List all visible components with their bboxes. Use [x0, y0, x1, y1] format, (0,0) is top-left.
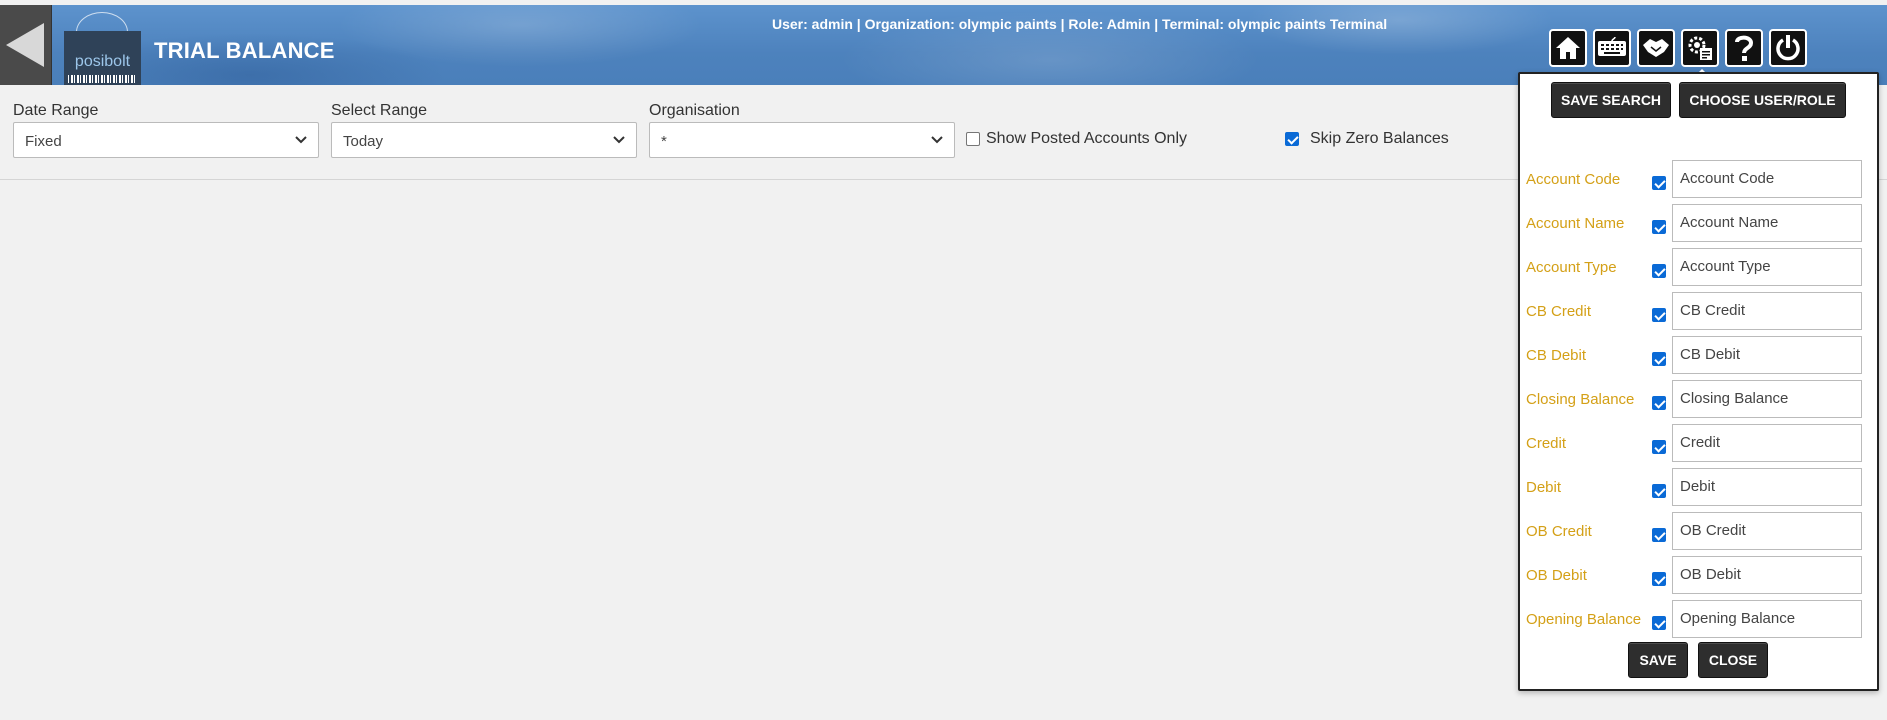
handshake-icon [1643, 39, 1669, 57]
help-icon [1735, 35, 1754, 61]
column-visible-checkbox[interactable] [1652, 176, 1666, 190]
skip-zero-label: Skip Zero Balances [1310, 130, 1449, 147]
column-title-input[interactable]: Credit [1672, 424, 1862, 462]
organisation-value: * [661, 133, 667, 150]
user-info: User: admin | Organization: olympic pain… [772, 16, 1388, 32]
logout-button[interactable] [1769, 29, 1807, 67]
column-row-ob-debit: OB Debit OB Debit [1526, 556, 1866, 596]
column-visible-checkbox[interactable] [1652, 264, 1666, 278]
date-range-select[interactable]: Fixed [13, 122, 319, 158]
column-visible-checkbox[interactable] [1652, 308, 1666, 322]
power-icon [1776, 35, 1800, 61]
choose-user-role-button[interactable]: CHOOSE USER/ROLE [1679, 82, 1846, 118]
home-button[interactable] [1549, 29, 1587, 67]
show-posted-checkbox[interactable] [966, 132, 980, 146]
chevron-down-icon [931, 136, 943, 144]
column-row-debit: Debit Debit [1526, 468, 1866, 508]
organisation-label: Organisation [649, 102, 740, 119]
popup-bottom-actions: SAVE CLOSE [1628, 642, 1768, 678]
column-label: Credit [1526, 435, 1567, 452]
home-icon [1556, 37, 1580, 59]
column-row-cb-debit: CB Debit CB Debit [1526, 336, 1866, 376]
logo-barcode [68, 75, 137, 83]
column-label: Account Name [1526, 215, 1625, 232]
column-row-cb-credit: CB Credit CB Credit [1526, 292, 1866, 332]
column-title-input[interactable]: Closing Balance [1672, 380, 1862, 418]
handshake-button[interactable] [1637, 29, 1675, 67]
column-title-input[interactable]: Account Code [1672, 160, 1862, 198]
page-title: TRIAL BALANCE [154, 38, 335, 63]
column-row-account-code: Account Code Account Code [1526, 160, 1866, 200]
column-title-input[interactable]: Account Name [1672, 204, 1862, 242]
column-visible-checkbox[interactable] [1652, 572, 1666, 586]
column-title-input[interactable]: OB Debit [1672, 556, 1862, 594]
settings-gear-icon [1688, 36, 1712, 60]
column-label: Account Code [1526, 171, 1621, 188]
column-visible-checkbox[interactable] [1652, 440, 1666, 454]
column-row-ob-credit: OB Credit OB Credit [1526, 512, 1866, 552]
column-label: Closing Balance [1526, 391, 1635, 408]
column-row-account-name: Account Name Account Name [1526, 204, 1866, 244]
settings-button[interactable] [1681, 29, 1719, 79]
column-row-opening-balance: Opening Balance Opening Balance [1526, 600, 1866, 640]
column-row-closing-balance: Closing Balance Closing Balance [1526, 380, 1866, 420]
column-title-input[interactable]: Opening Balance [1672, 600, 1862, 638]
column-title-input[interactable]: CB Credit [1672, 292, 1862, 330]
logo-text: posibolt [74, 53, 131, 70]
column-visible-checkbox[interactable] [1652, 528, 1666, 542]
column-visible-checkbox[interactable] [1652, 396, 1666, 410]
show-posted-option: Show Posted Accounts Only [966, 130, 1187, 148]
column-visible-checkbox[interactable] [1652, 484, 1666, 498]
keyboard-icon [1598, 37, 1626, 56]
column-label: OB Debit [1526, 567, 1587, 584]
column-label: Account Type [1526, 259, 1617, 276]
column-visible-checkbox[interactable] [1652, 616, 1666, 630]
column-label: Debit [1526, 479, 1562, 496]
column-row-account-type: Account Type Account Type [1526, 248, 1866, 288]
column-label: OB Credit [1526, 523, 1592, 540]
help-button[interactable] [1725, 29, 1763, 67]
skip-zero-option: Skip Zero Balances [1285, 130, 1449, 148]
keyboard-button[interactable] [1593, 29, 1631, 67]
column-label: CB Credit [1526, 303, 1592, 320]
column-title-input[interactable]: CB Debit [1672, 336, 1862, 374]
date-range-label: Date Range [13, 102, 99, 119]
column-title-input[interactable]: Account Type [1672, 248, 1862, 286]
chevron-down-icon [295, 136, 307, 144]
popup-top-actions: SAVE SEARCH CHOOSE USER/ROLE [1551, 82, 1846, 118]
column-label: Opening Balance [1526, 611, 1642, 628]
select-range-select[interactable]: Today [331, 122, 637, 158]
column-title-input[interactable]: OB Credit [1672, 512, 1862, 550]
posibolt-logo: posibolt [64, 10, 141, 85]
column-visible-checkbox[interactable] [1652, 220, 1666, 234]
select-range-label: Select Range [331, 102, 428, 119]
column-row-credit: Credit Credit [1526, 424, 1866, 464]
show-posted-label: Show Posted Accounts Only [986, 130, 1187, 147]
column-settings-popup: SAVE SEARCH CHOOSE USER/ROLE Account Cod… [1518, 72, 1879, 691]
save-button[interactable]: SAVE [1628, 642, 1688, 678]
save-search-button[interactable]: SAVE SEARCH [1551, 82, 1671, 118]
chevron-down-icon [613, 136, 625, 144]
skip-zero-checkbox[interactable] [1285, 132, 1299, 146]
back-arrow-icon [6, 23, 44, 67]
column-label: CB Debit [1526, 347, 1587, 364]
column-title-input[interactable]: Debit [1672, 468, 1862, 506]
back-button[interactable] [0, 5, 52, 85]
top-toolbar [1549, 29, 1807, 79]
date-range-value: Fixed [25, 133, 62, 150]
organisation-select[interactable]: * [649, 122, 955, 158]
column-visible-checkbox[interactable] [1652, 352, 1666, 366]
close-button[interactable]: CLOSE [1698, 642, 1768, 678]
select-range-value: Today [343, 133, 384, 150]
